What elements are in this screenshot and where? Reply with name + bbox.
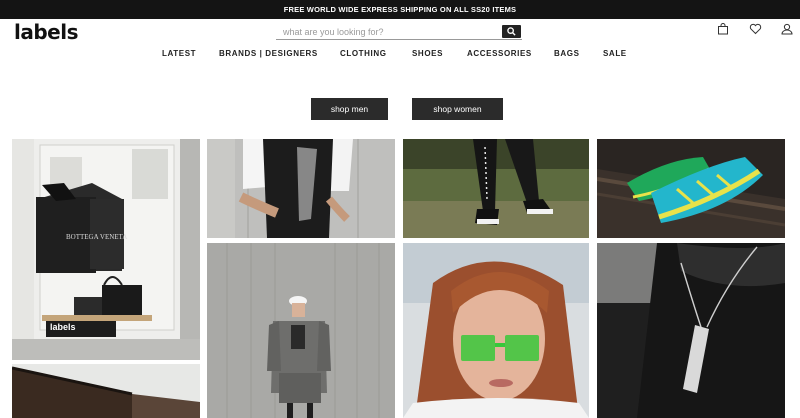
tile-store-window[interactable]: BOTTEGA VENETA labels [12,139,200,360]
green-glasses-image [403,243,589,418]
search-icon [507,27,516,36]
tile-necklace[interactable] [597,243,785,418]
trousers-image [403,139,589,238]
tile-green-glasses[interactable] [403,243,589,418]
shop-men-button[interactable]: shop men [311,98,388,120]
nav-latest[interactable]: LATEST [162,49,196,58]
nav-accessories[interactable]: ACCESSORIES [467,49,532,58]
tile-building[interactable] [12,364,200,418]
search-bar [276,24,522,40]
announcement-text: FREE WORLD WIDE EXPRESS SHIPPING ON ALL … [283,5,517,14]
tile-puffer-vest[interactable] [207,139,395,238]
building-image [12,364,200,418]
nav-clothing[interactable]: CLOTHING [340,49,387,58]
tile-trousers[interactable] [403,139,589,238]
bag-icon[interactable] [717,22,731,36]
sneakers-image [597,139,785,238]
heart-icon[interactable] [749,22,763,36]
nav-sale[interactable]: SALE [603,49,627,58]
search-button[interactable] [502,25,521,38]
stand-logo-text: labels [50,322,76,332]
puffer-vest-image [207,139,395,238]
tile-sneakers[interactable] [597,139,785,238]
user-icon[interactable] [781,22,795,36]
search-input[interactable] [276,24,502,39]
nav-brands-designers[interactable]: BRANDS | DESIGNERS [219,49,318,58]
main-nav: LATEST BRANDS | DESIGNERS CLOTHING SHOES… [0,49,800,63]
tile-grey-suit[interactable] [207,243,395,418]
announcement-bar: FREE WORLD WIDE EXPRESS SHIPPING ON ALL … [0,0,800,19]
necklace-image [597,243,785,418]
site-logo[interactable]: labels [14,20,79,44]
store-window-image: BOTTEGA VENETA labels [12,139,200,360]
nav-bags[interactable]: BAGS [554,49,580,58]
nav-shoes[interactable]: SHOES [412,49,443,58]
shop-women-button[interactable]: shop women [412,98,503,120]
grey-suit-image [207,243,395,418]
store-sign-text: BOTTEGA VENETA [66,233,127,241]
